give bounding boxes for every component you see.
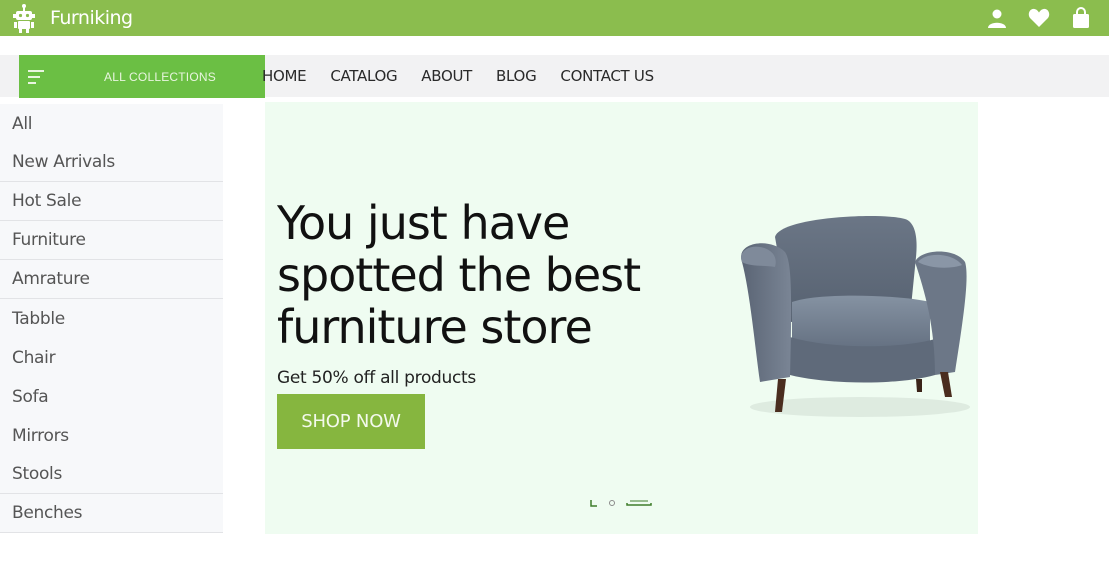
sidebar-item-sofa[interactable]: Sofa [0,377,223,416]
sidebar-item-furniture[interactable]: Furniture [0,221,223,260]
user-icon[interactable] [985,6,1009,30]
all-collections-label: ALL COLLECTIONS [104,70,216,84]
nav-blog[interactable]: BLOG [496,67,537,85]
sidebar-item-all[interactable]: All [0,104,223,143]
slide-dot-1[interactable] [590,499,598,507]
all-collections-button[interactable]: ALL COLLECTIONS [19,55,265,98]
nav-about[interactable]: ABOUT [421,67,472,85]
main-nav: HOME CATALOG ABOUT BLOG CONTACT US [262,55,678,97]
nav-home[interactable]: HOME [262,67,307,85]
slider-dots [590,499,652,507]
sidebar-item-stools[interactable]: Stools [0,455,223,494]
sidebar-item-hot-sale[interactable]: Hot Sale [0,182,223,221]
sidebar-item-tabble[interactable]: Tabble [0,299,223,338]
brand[interactable]: Furniking [10,3,133,33]
armchair-image [741,216,970,417]
sidebar-item-benches[interactable]: Benches [0,494,223,533]
hero-subtitle: Get 50% off all products [277,368,476,388]
shop-now-button[interactable]: SHOP NOW [277,394,425,449]
brand-name: Furniking [50,7,133,29]
nav-catalog[interactable]: CATALOG [330,67,397,85]
hero-headline: You just have spotted the best furniture… [277,196,641,354]
header-actions [985,6,1093,30]
robot-logo-icon [13,4,35,33]
shopping-bag-icon[interactable] [1069,6,1093,30]
slide-dot-2[interactable] [608,499,616,507]
slide-dot-3-active[interactable] [626,499,652,507]
category-sidebar: All New Arrivals Hot Sale Furniture Amra… [0,104,223,533]
sidebar-item-amrature[interactable]: Amrature [0,260,223,299]
sidebar-item-chair[interactable]: Chair [0,338,223,377]
sidebar-item-mirrors[interactable]: Mirrors [0,416,223,455]
hero-banner: You just have spotted the best furniture… [265,102,978,534]
menu-lines-icon [28,70,44,84]
heart-icon[interactable] [1027,6,1051,30]
nav-contact-us[interactable]: CONTACT US [560,67,654,85]
top-bar: Furniking [0,0,1109,36]
sidebar-item-new-arrivals[interactable]: New Arrivals [0,143,223,182]
